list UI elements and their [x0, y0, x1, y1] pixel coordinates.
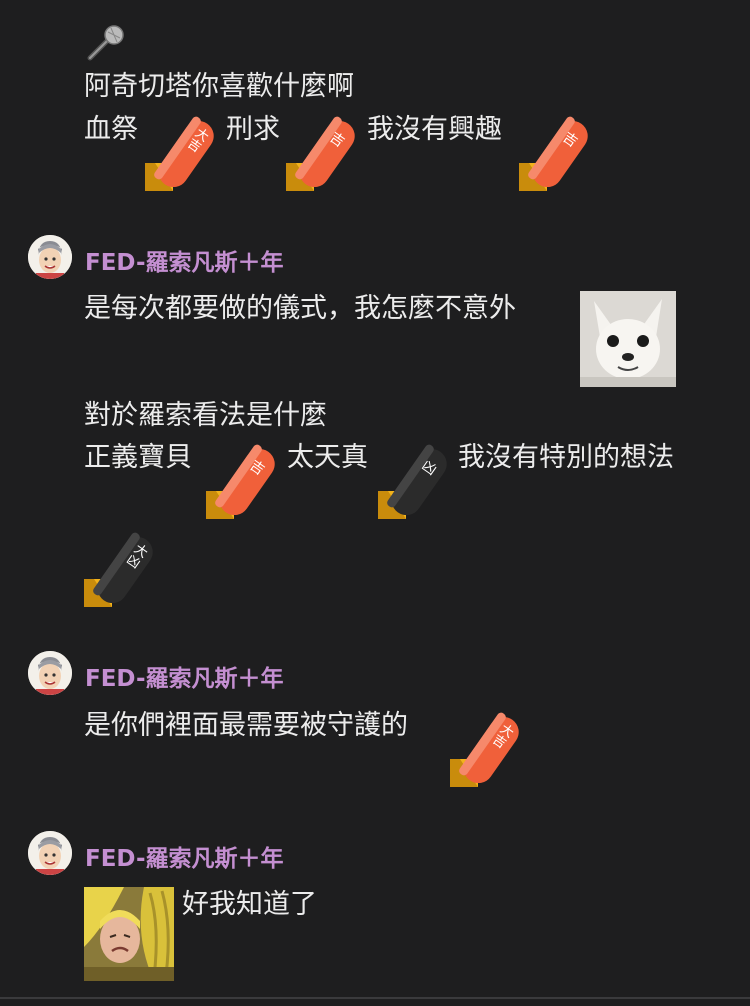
- omikuji-stick-sticker: 大凶: [84, 529, 162, 607]
- omikuji-stick-sticker: 吉: [286, 113, 364, 191]
- omikuji-stick-sticker: 凶: [378, 441, 456, 519]
- author-name[interactable]: FED-羅索凡斯＋年: [85, 839, 284, 873]
- option-text: 血祭: [84, 114, 138, 145]
- message-text: 是你們裡面最需要被守護的: [84, 710, 408, 741]
- avatar[interactable]: [28, 831, 72, 875]
- divider: [0, 997, 750, 999]
- avatar[interactable]: [28, 235, 72, 279]
- option-text: 正義寶貝: [84, 442, 192, 473]
- author-name[interactable]: FED-羅索凡斯＋年: [85, 243, 284, 277]
- microphone-icon: [86, 24, 126, 62]
- message-text: 是每次都要做的儀式，我怎麼不意外: [84, 293, 516, 324]
- avatar[interactable]: [28, 651, 72, 695]
- omikuji-stick-sticker: 大吉: [450, 709, 528, 787]
- message-text: 阿奇切塔你喜歡什麼啊: [84, 71, 354, 102]
- omikuji-stick-sticker: 大吉: [145, 113, 223, 191]
- omikuji-stick-sticker: 吉: [519, 113, 597, 191]
- message-text: 對於羅索看法是什麼: [84, 400, 327, 431]
- omikuji-stick-sticker: 吉: [206, 441, 284, 519]
- option-text: 刑求: [226, 114, 280, 145]
- chihuahua-sticker: [580, 291, 676, 387]
- option-text: 我沒有興趣: [367, 114, 502, 145]
- option-text: 太天真: [287, 442, 368, 473]
- option-text: 我沒有特別的想法: [458, 442, 674, 473]
- author-name[interactable]: FED-羅索凡斯＋年: [85, 659, 284, 693]
- banana-person-sticker: [84, 887, 174, 981]
- message-text: 好我知道了: [182, 889, 317, 920]
